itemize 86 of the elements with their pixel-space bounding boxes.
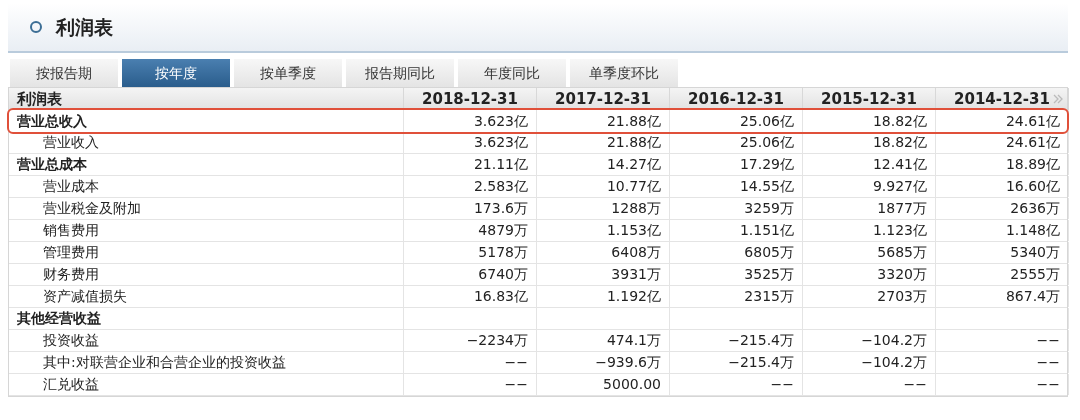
row-label: 财务费用 — [43, 265, 99, 284]
table-cell-text: −− — [1036, 331, 1060, 350]
table-cell-text: 474.1万 — [606, 331, 661, 350]
table-cell-text: 1.192亿 — [606, 287, 661, 306]
table-cell-text: 4879万 — [478, 221, 528, 240]
table-cell-text: −939.6万 — [595, 353, 661, 372]
table-cell-text: −− — [504, 353, 528, 372]
table-cell-text: −215.4万 — [728, 331, 794, 350]
table-cell-text: 1877万 — [877, 199, 927, 218]
row-label: 汇兑收益 — [43, 375, 99, 394]
table-cell-text: −− — [770, 375, 794, 394]
table-cell-text: 2315万 — [744, 287, 794, 306]
table-cell-text: −− — [903, 375, 927, 394]
table-cell-text: 5000.00 — [603, 375, 661, 394]
tab[interactable]: 年度同比 — [458, 59, 566, 87]
table-cell-text: 2703万 — [877, 287, 927, 306]
row-label: 销售费用 — [43, 221, 99, 240]
table-cell-text: −104.2万 — [861, 353, 927, 372]
table-cell-text: 25.06亿 — [739, 133, 794, 152]
table-cell-text: 1.123亿 — [872, 221, 927, 240]
table-cell-text: 1.148亿 — [1005, 221, 1060, 240]
tab[interactable]: 报告期同比 — [346, 59, 454, 87]
table-cell-text: 21.88亿 — [606, 133, 661, 152]
table-cell-text: 12.41亿 — [872, 155, 927, 174]
row-label: 投资收益 — [43, 331, 99, 350]
table-cell-text: 5178万 — [478, 243, 528, 262]
table-cell-text: 17.29亿 — [739, 155, 794, 174]
tab[interactable]: 单季度环比 — [570, 59, 678, 87]
tab[interactable]: 按年度 — [122, 59, 230, 87]
table-cell-text: −− — [504, 375, 528, 394]
table-cell-text: 867.4万 — [1005, 287, 1060, 306]
row-label: 营业总成本 — [17, 155, 87, 174]
table-cell-text: 24.61亿 — [1005, 111, 1060, 131]
table-cell-text: −104.2万 — [861, 331, 927, 350]
table-cell-text: 16.60亿 — [1005, 177, 1060, 196]
tab[interactable]: 按报告期 — [10, 59, 118, 87]
table-cell-text: 18.89亿 — [1005, 155, 1060, 174]
table-cell-text: 3525万 — [744, 265, 794, 284]
table-cell-text: 3320万 — [877, 265, 927, 284]
table-cell-text: 14.27亿 — [606, 155, 661, 174]
table-cell-text: 9.927亿 — [872, 177, 927, 196]
panel-title: 利润表 — [56, 14, 113, 40]
column-header: 利润表 — [17, 89, 62, 110]
row-label: 资产减值损失 — [43, 287, 127, 306]
column-header: 2018-12-31 — [422, 89, 518, 110]
row-label: 营业税金及附加 — [43, 199, 141, 218]
table-cell-text: 18.82亿 — [872, 133, 927, 152]
column-header: 2017-12-31 — [555, 89, 651, 110]
row-label: 营业收入 — [43, 133, 99, 152]
table-cell-text: 2.583亿 — [473, 177, 528, 196]
table-cell-text: 3.623亿 — [473, 111, 528, 131]
table-cell-text: 10.77亿 — [606, 177, 661, 196]
table-cell-text: 21.11亿 — [473, 155, 528, 174]
table-cell-text: 6805万 — [744, 243, 794, 262]
table-cell-text: 6740万 — [478, 265, 528, 284]
table-cell-text: 2555万 — [1010, 265, 1060, 284]
table-cell-text: 1.151亿 — [739, 221, 794, 240]
row-label: 营业总收入 — [17, 111, 87, 131]
table-cell-text: 5685万 — [877, 243, 927, 262]
table-cell-text: −2234万 — [466, 331, 528, 350]
table-cell-text: 6408万 — [611, 243, 661, 262]
column-header: 2016-12-31 — [688, 89, 784, 110]
column-header: 2014-12-31 — [954, 89, 1050, 110]
table-cell-text: 3.623亿 — [473, 133, 528, 152]
column-header: 2015-12-31 — [821, 89, 917, 110]
table-cell-text: 5340万 — [1010, 243, 1060, 262]
table-cell-text: 2636万 — [1010, 199, 1060, 218]
table-cell-text: 1288万 — [611, 199, 661, 218]
table-cell-text: −− — [1036, 353, 1060, 372]
table-cell-text: 21.88亿 — [606, 111, 661, 131]
table-cell-text: −− — [1036, 375, 1060, 394]
table-cell-text: 16.83亿 — [473, 287, 528, 306]
table-cell-text: 25.06亿 — [739, 111, 794, 131]
row-label: 其中:对联营企业和合营企业的投资收益 — [43, 353, 286, 372]
row-label: 管理费用 — [43, 243, 99, 262]
table-cell-text: 14.55亿 — [739, 177, 794, 196]
row-label: 营业成本 — [43, 177, 99, 196]
table-cell-text: −215.4万 — [728, 353, 794, 372]
table-cell-text: 173.6万 — [473, 199, 528, 218]
tab[interactable]: 按单季度 — [234, 59, 342, 87]
table-cell-text: 3931万 — [611, 265, 661, 284]
table-cell-text: 3259万 — [744, 199, 794, 218]
table-cell-text: 1.153亿 — [606, 221, 661, 240]
table-cell-text: 24.61亿 — [1005, 133, 1060, 152]
row-label: 其他经营收益 — [17, 309, 101, 328]
table-cell-text: 18.82亿 — [872, 111, 927, 131]
